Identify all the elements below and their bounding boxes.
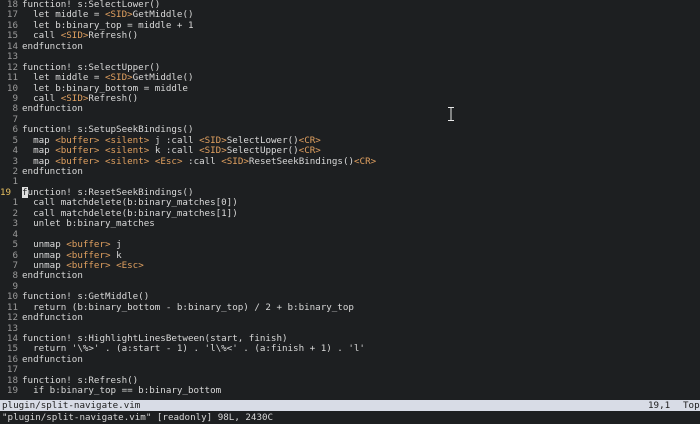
code-line[interactable]: 15 return '\%>' . (a:start - 1) . 'l\%<'…: [0, 343, 700, 354]
line-text: let middle = <SID>GetMiddle(): [22, 72, 194, 84]
line-text: endfunction: [22, 353, 83, 365]
code-line[interactable]: 14 endfunction: [0, 40, 700, 52]
status-filename: plugin/split-navigate.vim: [2, 400, 141, 411]
line-text-rest: unction! s:ResetSeekBindings(): [27, 186, 194, 198]
line-number: 5: [12, 239, 18, 251]
line-text: endfunction: [22, 40, 83, 52]
line-text: unlet b:binary_matches: [22, 218, 155, 230]
line-number: 4: [12, 145, 18, 157]
line-text: endfunction: [22, 166, 83, 177]
code-line[interactable]: 3 unlet b:binary_matches: [0, 218, 700, 230]
status-cursor-position: 19,1: [648, 400, 671, 411]
code-line[interactable]: 7 unmap <buffer> <Esc>: [0, 260, 700, 271]
code-line[interactable]: 8 endfunction: [0, 270, 700, 282]
editor-buffer[interactable]: 18 function! s:SelectLower() 17 let middle…: [0, 0, 700, 400]
status-scroll-indicator: Top: [683, 400, 700, 411]
code-line[interactable]: 15 call <SID>Refresh(): [0, 30, 700, 41]
code-line[interactable]: 11 return (b:binary_bottom - b:binary_to…: [0, 302, 700, 313]
status-line: plugin/split-navigate.vim 19,1 Top: [0, 400, 700, 411]
text-cursor-icon: [448, 107, 454, 121]
code-line[interactable]: 12 endfunction: [0, 312, 700, 324]
code-line[interactable]: 16 endfunction: [0, 353, 700, 365]
code-line[interactable]: 8 endfunction: [0, 103, 700, 115]
line-text: endfunction: [22, 270, 83, 282]
command-line[interactable]: "plugin/split-navigate.vim" [readonly] 9…: [0, 411, 700, 424]
code-line[interactable]: 9 call <SID>Refresh(): [0, 93, 700, 104]
line-number: 19: [6, 385, 18, 397]
line-number: 12: [6, 312, 18, 324]
code-line[interactable]: 19 if b:binary_top == b:binary_bottom: [0, 385, 700, 397]
line-text: if b:binary_top == b:binary_bottom: [22, 385, 222, 397]
code-line[interactable]: 2 endfunction: [0, 166, 700, 177]
code-line[interactable]: 11 let middle = <SID>GetMiddle(): [0, 72, 700, 84]
line-text: endfunction: [22, 103, 83, 115]
code-line[interactable]: 3 map <buffer> <silent> <Esc> :call <SID…: [0, 156, 700, 167]
line-number: 11: [6, 72, 18, 84]
line-text: endfunction: [22, 312, 83, 324]
